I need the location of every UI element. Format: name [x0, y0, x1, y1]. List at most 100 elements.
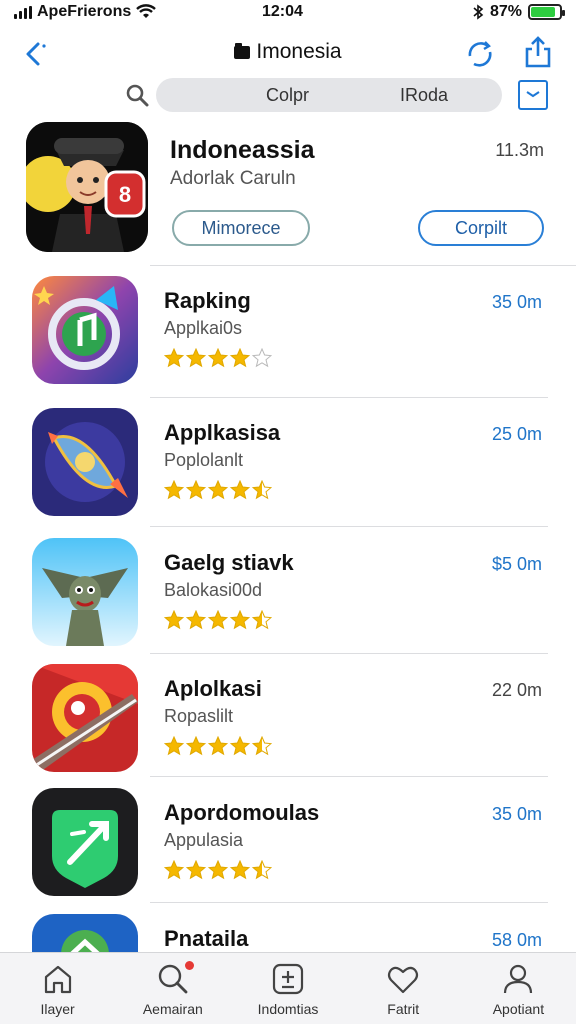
app-size: 35 0m	[491, 804, 542, 824]
tab-account[interactable]: Apotiant	[461, 953, 576, 1024]
battery-icon	[528, 4, 565, 20]
get-button[interactable]: Corpilt	[418, 210, 544, 246]
list-item[interactable]: Pnataila 58 0m	[0, 914, 576, 952]
featured-subtitle: Adorlak Caruln	[170, 168, 296, 189]
page-title-text: Imonesia	[256, 40, 342, 63]
notification-dot	[185, 961, 195, 970]
person-icon	[504, 964, 533, 994]
segment-b[interactable]: IRoda	[400, 85, 448, 106]
star-full-icon	[208, 348, 228, 368]
app-icon[interactable]	[32, 788, 138, 896]
refresh-icon[interactable]	[462, 36, 498, 72]
app-subtitle: Balokasi00d	[164, 580, 263, 600]
star-rating	[164, 480, 272, 500]
divider	[150, 265, 576, 266]
divider	[150, 526, 548, 527]
tab-favorites[interactable]: Fatrit	[346, 953, 461, 1024]
star-half-icon	[252, 860, 272, 880]
nav-bar: Imonesia	[0, 30, 576, 76]
svg-text:8: 8	[119, 182, 131, 207]
signal-icon	[14, 5, 32, 19]
featured-app[interactable]: 8 Indoneassia Adorlak Caruln 11.3m Mimor…	[0, 122, 576, 264]
app-icon[interactable]	[32, 664, 138, 772]
star-full-icon	[164, 610, 184, 630]
tab-label: Indomtias	[257, 1001, 319, 1017]
app-name: Aplolkasi	[164, 676, 262, 701]
star-full-icon	[186, 860, 206, 880]
app-icon[interactable]	[32, 276, 138, 384]
bookmark-button[interactable]	[518, 80, 548, 110]
share-icon[interactable]	[520, 34, 556, 70]
bookmark-icon	[526, 91, 540, 98]
app-icon[interactable]	[32, 914, 138, 952]
tab-label: Apotiant	[492, 1001, 545, 1017]
status-right: 87%	[472, 3, 565, 21]
star-half-icon	[252, 610, 272, 630]
tab-label: Aemairan	[142, 1001, 203, 1017]
heart-icon	[388, 966, 419, 994]
app-name: Applkasisa	[164, 420, 281, 445]
star-full-icon	[230, 860, 250, 880]
app-subtitle: Appulasia	[164, 830, 244, 850]
star-full-icon	[230, 480, 250, 500]
tab-bar: Ilayer Aemairan Indomtias Fatrit Apotian…	[0, 952, 576, 1024]
star-full-icon	[164, 736, 184, 756]
app-size: $5 0m	[491, 554, 542, 574]
app-icon[interactable]	[32, 408, 138, 516]
featured-app-icon[interactable]: 8	[26, 122, 148, 252]
star-full-icon	[186, 348, 206, 368]
more-button[interactable]: Mimorece	[172, 210, 310, 246]
star-full-icon	[208, 480, 228, 500]
app-size: 58 0m	[491, 930, 542, 950]
star-full-icon	[164, 348, 184, 368]
star-full-icon	[186, 610, 206, 630]
list-item[interactable]: Applkasisa Poplolanlt 25 0m	[0, 408, 576, 536]
app-size: 22 0m	[491, 680, 542, 700]
status-left: ApeFrierons	[14, 3, 157, 21]
app-name: Gaelg stiavk	[164, 550, 294, 575]
divider	[150, 902, 548, 903]
divider	[150, 397, 548, 398]
character-illustration: 8	[26, 122, 148, 252]
featured-size: 11.3m	[495, 140, 544, 160]
list-item[interactable]: Rapking Applkai0s 35 0m	[0, 276, 576, 404]
app-size: 35 0m	[491, 292, 542, 312]
star-full-icon	[230, 610, 250, 630]
search-icon[interactable]	[124, 82, 152, 110]
list-item[interactable]: Aplolkasi Ropaslilt 22 0m	[0, 664, 576, 792]
tab-home[interactable]: Ilayer	[0, 953, 115, 1024]
folder-icon	[234, 42, 251, 59]
featured-title: Indoneassia	[170, 136, 315, 164]
segmented-search-field[interactable]: Colpr IRoda	[156, 78, 502, 112]
battery-percent: 87%	[489, 3, 522, 20]
star-half-icon	[252, 480, 272, 500]
home-icon	[44, 965, 71, 994]
app-size: 25 0m	[491, 424, 542, 444]
star-full-icon	[208, 860, 228, 880]
segment-a[interactable]: Colpr	[266, 85, 309, 106]
list-item[interactable]: Apordomoulas Appulasia 35 0m	[0, 788, 576, 916]
bluetooth-icon	[473, 4, 484, 20]
star-full-icon	[230, 348, 250, 368]
app-subtitle: Poplolanlt	[164, 450, 244, 470]
tab-add[interactable]: Indomtias	[230, 953, 345, 1024]
search-row: Colpr IRoda	[0, 78, 576, 116]
tab-search[interactable]: Aemairan	[115, 953, 230, 1024]
app-name: Pnataila	[164, 926, 249, 951]
star-half-icon	[252, 736, 272, 756]
app-subtitle: Applkai0s	[164, 318, 243, 338]
star-full-icon	[164, 860, 184, 880]
divider	[150, 776, 548, 777]
status-bar: ApeFrierons 12:04 87%	[0, 0, 576, 24]
list-item[interactable]: Gaelg stiavk Balokasi00d $5 0m	[0, 538, 576, 666]
star-rating	[164, 610, 272, 630]
app-subtitle: Ropaslilt	[164, 706, 234, 726]
star-rating	[164, 860, 272, 880]
star-full-icon	[208, 736, 228, 756]
star-full-icon	[230, 736, 250, 756]
star-full-icon	[186, 480, 206, 500]
star-full-icon	[208, 610, 228, 630]
carrier-name: ApeFrierons	[37, 3, 132, 20]
app-icon[interactable]	[32, 538, 138, 646]
wifi-icon	[136, 4, 157, 18]
